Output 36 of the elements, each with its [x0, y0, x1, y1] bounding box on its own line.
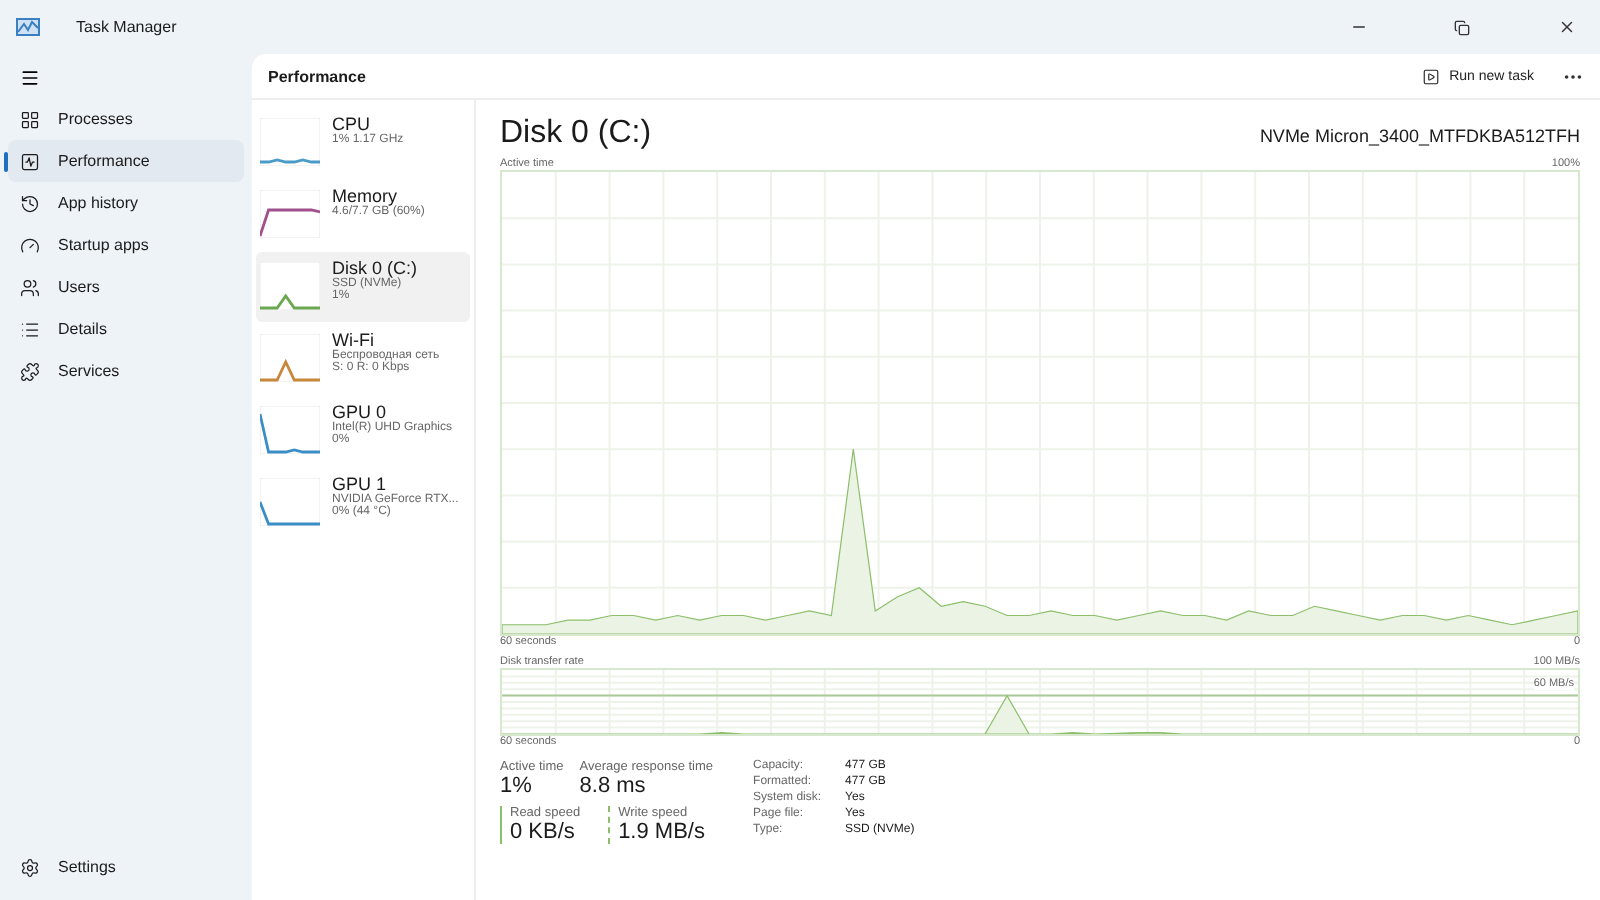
nav-icon	[20, 361, 40, 381]
stat-value: 1.9 MB/s	[618, 820, 705, 844]
stat-value: 0 KB/s	[510, 820, 577, 844]
app-logo-icon	[16, 18, 40, 36]
disk-model: NVMe Micron_3400_MTFDKBA512TFH	[1259, 126, 1580, 146]
nav-icon	[20, 193, 40, 213]
device-name: GPU 1	[332, 474, 387, 494]
play-square-icon	[1421, 67, 1440, 85]
device-name: Disk 0 (C:)	[332, 258, 417, 278]
close-icon	[1557, 18, 1575, 36]
sidebar-item[interactable]: Startup apps	[8, 224, 244, 266]
device-name: Memory	[332, 186, 398, 206]
device-name: GPU 0	[332, 402, 387, 422]
settings-icon	[20, 857, 40, 877]
nav-icon	[20, 151, 40, 171]
selection-indicator	[4, 152, 8, 172]
sidebar-item[interactable]: Details	[8, 308, 244, 350]
nav-icon	[20, 109, 40, 129]
sidebar-item[interactable]: Services	[8, 350, 244, 392]
nav-icon	[20, 235, 40, 255]
page-title: Performance	[268, 67, 368, 85]
menu-icon	[20, 68, 40, 88]
device-name: CPU	[332, 114, 371, 134]
stat-value: 8.8 ms	[579, 774, 648, 798]
sidebar-item[interactable]: Processes	[8, 98, 244, 140]
settings-item[interactable]: Settings	[8, 846, 244, 888]
sidebar-item[interactable]: Users	[8, 266, 244, 308]
disk-title: Disk 0 (C:)	[500, 116, 652, 152]
window-title: Task Manager	[76, 18, 179, 36]
device-name: Wi-Fi	[332, 330, 374, 350]
sidebar-item[interactable]: App history	[8, 182, 244, 224]
nav-icon	[20, 319, 40, 339]
restore-icon	[1454, 19, 1470, 35]
sidebar-item[interactable]: Performance	[8, 140, 244, 182]
stat-value: 1%	[500, 774, 534, 798]
nav-icon	[20, 277, 40, 297]
